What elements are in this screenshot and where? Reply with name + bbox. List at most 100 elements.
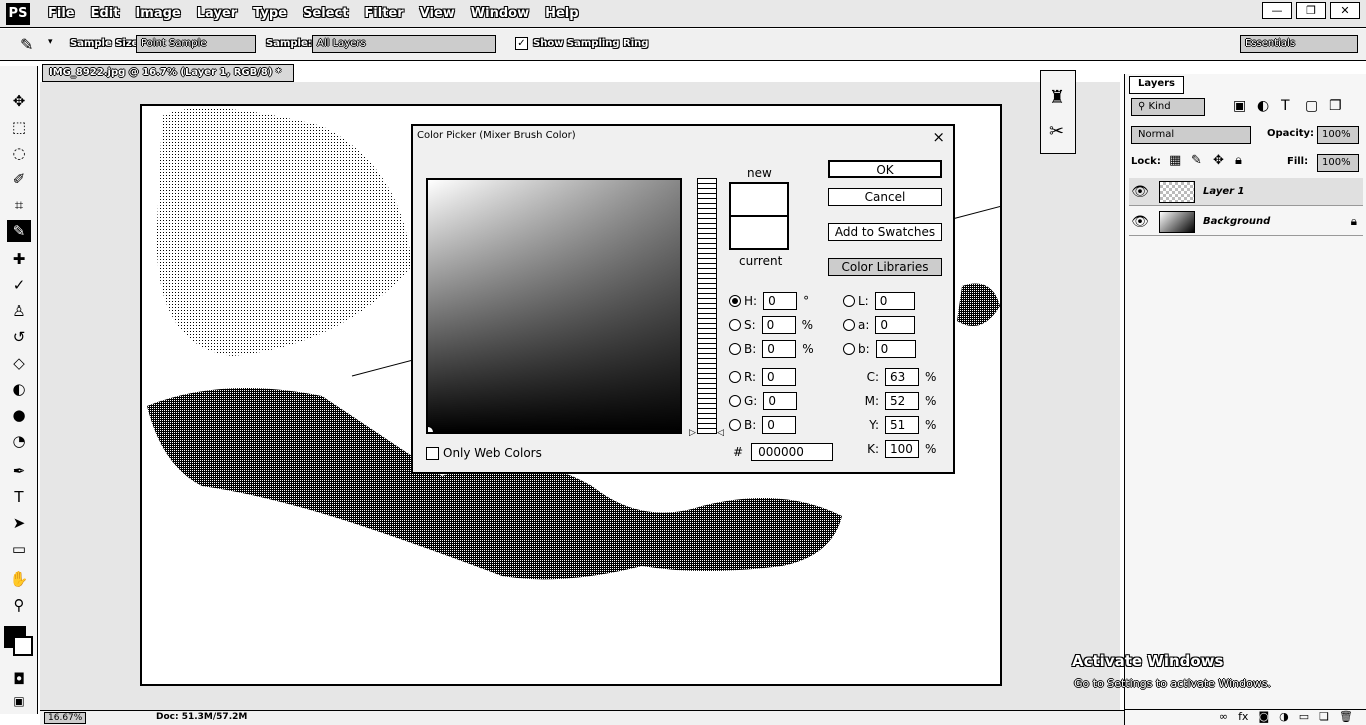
pen-tool-icon[interactable]: ✒ (7, 460, 31, 482)
color-libraries-button[interactable]: Color Libraries (828, 258, 942, 276)
show-sampling-ring-checkbox[interactable]: ✓ (515, 37, 528, 50)
magenta-field[interactable]: 52 (885, 392, 919, 410)
blue-field[interactable]: 0 (762, 416, 797, 434)
hue-field[interactable]: 0 (763, 292, 798, 310)
restore-button[interactable]: ❐ (1296, 2, 1326, 19)
layer-mask-icon[interactable]: ◙ (1258, 710, 1269, 725)
lock-all-icon[interactable]: 🔒︎ (1235, 153, 1242, 168)
history-brush-tool-icon[interactable]: ↺ (7, 326, 31, 348)
lab-b-radio[interactable] (843, 343, 855, 355)
minimize-button[interactable]: — (1262, 2, 1292, 19)
red-field[interactable]: 0 (762, 368, 797, 386)
delete-layer-icon[interactable]: 🗑︎ (1339, 710, 1353, 725)
add-to-swatches-button[interactable]: Add to Swatches (828, 223, 942, 241)
crop-tool-icon[interactable]: ⌗ (7, 194, 31, 216)
move-tool-icon[interactable]: ✥ (7, 90, 31, 112)
screen-mode-icon[interactable]: ▣ (7, 690, 31, 712)
close-window-button[interactable]: ✕ (1330, 2, 1360, 19)
quick-select-tool-icon[interactable]: ✐ (7, 168, 31, 190)
lock-transparent-icon[interactable]: ▦ (1169, 153, 1181, 168)
tool-preset-chevron-icon[interactable]: ▾ (48, 37, 53, 47)
dialog-close-icon[interactable]: × (932, 128, 945, 146)
gradient-tool-icon[interactable]: ◐ (7, 378, 31, 400)
hue-slider-right-arrow-icon[interactable]: ◁ (717, 428, 724, 438)
black-field[interactable]: 100 (885, 440, 919, 458)
brightness-field[interactable]: 0 (762, 340, 797, 358)
menu-select[interactable]: Select (295, 5, 356, 23)
brush-presets-icon[interactable]: ✂ (1049, 121, 1064, 142)
menu-file[interactable]: File (40, 5, 83, 23)
ok-button[interactable]: OK (828, 160, 942, 178)
opacity-field[interactable]: 100% (1317, 126, 1359, 144)
sample-size-select[interactable]: Point Sample (136, 35, 256, 53)
smart-object-filter-icon[interactable]: ❐ (1329, 98, 1342, 114)
eyedropper-tool-icon[interactable]: ✎ (7, 220, 31, 242)
dodge-tool-icon[interactable]: ◔ (7, 430, 31, 452)
layer-row[interactable]: 👁︎ Layer 1 (1129, 178, 1363, 206)
background-color-swatch[interactable] (13, 636, 33, 656)
brush-tool-icon[interactable]: ✓ (7, 274, 31, 296)
hue-slider[interactable] (697, 178, 717, 434)
marquee-tool-icon[interactable]: ⬚ (7, 116, 31, 138)
healing-brush-tool-icon[interactable]: ✚ (7, 248, 31, 270)
only-web-colors-checkbox[interactable] (426, 446, 439, 460)
document-tab[interactable]: IMG_8922.jpg @ 16.7% (Layer 1, RGB/8) * … (42, 64, 294, 82)
brightness-radio[interactable] (729, 343, 741, 355)
link-layers-icon[interactable]: ∞ (1219, 710, 1228, 725)
shape-filter-icon[interactable]: ▢ (1305, 98, 1318, 114)
menu-filter[interactable]: Filter (356, 5, 411, 23)
zoom-tool-icon[interactable]: ⚲ (7, 594, 31, 616)
eraser-tool-icon[interactable]: ◇ (7, 352, 31, 374)
history-panel-icon[interactable]: ♜ (1049, 87, 1065, 108)
menu-type[interactable]: Type (245, 5, 295, 23)
lab-a-field[interactable]: 0 (875, 316, 916, 334)
lock-position-icon[interactable]: ✥ (1213, 153, 1224, 168)
green-radio[interactable] (729, 395, 741, 407)
saturation-field[interactable]: 0 (761, 316, 796, 334)
menu-image[interactable]: Image (127, 5, 188, 23)
workspace-select[interactable]: Essentials (1240, 35, 1358, 53)
adjustment-filter-icon[interactable]: ◐ (1257, 98, 1269, 114)
cancel-button[interactable]: Cancel (828, 188, 942, 206)
clone-stamp-tool-icon[interactable]: ♙ (7, 300, 31, 322)
adjustment-layer-icon[interactable]: ◑ (1279, 710, 1289, 725)
menu-window[interactable]: Window (463, 5, 537, 23)
hand-tool-icon[interactable]: ✋ (7, 568, 31, 590)
pixel-filter-icon[interactable]: ▣ (1233, 98, 1246, 114)
visibility-eye-icon[interactable]: 👁︎ (1129, 214, 1151, 230)
rectangle-tool-icon[interactable]: ▭ (7, 538, 31, 560)
eyedropper-icon[interactable]: ✎ (20, 35, 33, 54)
quick-mask-icon[interactable]: ◘ (7, 668, 31, 690)
green-field[interactable]: 0 (763, 392, 798, 410)
menu-edit[interactable]: Edit (83, 5, 128, 23)
lasso-tool-icon[interactable]: ◌ (7, 142, 31, 164)
lock-pixels-icon[interactable]: ✎ (1191, 153, 1202, 168)
document-tab-close-icon[interactable]: × (293, 67, 294, 78)
menu-help[interactable]: Help (537, 5, 586, 23)
new-group-icon[interactable]: ▭ (1299, 710, 1309, 725)
lab-b-field[interactable]: 0 (875, 340, 916, 358)
zoom-level[interactable]: 16.67% (44, 712, 87, 724)
red-radio[interactable] (729, 371, 741, 383)
visibility-eye-icon[interactable]: 👁︎ (1129, 184, 1151, 200)
hex-field[interactable]: 000000 (751, 443, 834, 461)
blue-radio[interactable] (729, 419, 741, 431)
lab-a-radio[interactable] (843, 319, 855, 331)
layer-row[interactable]: 👁︎ Background 🔒︎ (1129, 208, 1363, 236)
menu-view[interactable]: View (412, 5, 463, 23)
layer-style-icon[interactable]: fx (1238, 710, 1248, 725)
path-select-tool-icon[interactable]: ➤ (7, 512, 31, 534)
lab-l-radio[interactable] (843, 295, 855, 307)
layer-name[interactable]: Background (1203, 216, 1270, 227)
layers-tab[interactable]: Layers (1129, 76, 1184, 94)
yellow-field[interactable]: 51 (885, 416, 919, 434)
lab-l-field[interactable]: 0 (874, 292, 915, 310)
type-tool-icon[interactable]: T (7, 486, 31, 508)
new-layer-icon[interactable]: ❏ (1319, 710, 1329, 725)
color-field[interactable] (426, 178, 682, 434)
sample-select[interactable]: All Layers (312, 35, 496, 53)
fill-field[interactable]: 100% (1317, 154, 1359, 172)
type-filter-icon[interactable]: T (1281, 98, 1290, 114)
current-color-swatch[interactable] (729, 216, 789, 250)
blur-tool-icon[interactable]: ● (7, 404, 31, 426)
